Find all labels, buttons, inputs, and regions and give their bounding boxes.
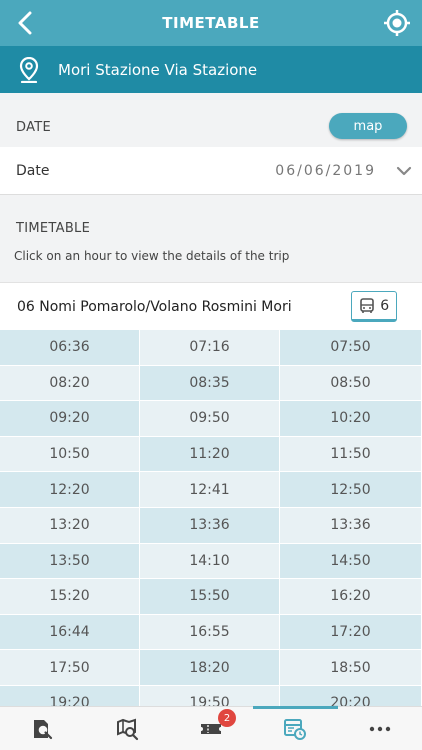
stop-bar: Mori Stazione Via Stazione [0, 46, 422, 93]
date-field[interactable]: Date 06/06/2019 [0, 147, 422, 195]
time-cell[interactable]: 09:20 [0, 401, 140, 437]
line-name: 06 Nomi Pomarolo/Volano Rosmini Mori [17, 298, 292, 315]
time-cell[interactable]: 17:20 [280, 614, 422, 651]
time-cell[interactable]: 13:20 [0, 507, 140, 544]
tab-tickets[interactable] [169, 707, 253, 750]
date-field-label: Date [16, 162, 50, 179]
time-cell[interactable]: 10:50 [0, 436, 140, 473]
tab-more[interactable] [338, 707, 422, 750]
bus-count: 6 [380, 297, 390, 314]
time-cell[interactable]: 07:16 [140, 330, 280, 366]
line-row[interactable]: 06 Nomi Pomarolo/Volano Rosmini Mori 6 [0, 282, 422, 330]
back-button[interactable] [8, 6, 42, 40]
timetable-grid: 06:36 07:16 07:50 08:20 08:35 08:50 09:20 09:50… [0, 330, 422, 706]
top-bar: TIMETABLE [0, 0, 422, 46]
location-pin-icon [19, 56, 39, 83]
date-field-value: 06/06/2019 [275, 162, 376, 179]
timetable-section-label: TIMETABLE [16, 221, 91, 236]
map-button[interactable]: map [329, 113, 407, 139]
time-cell[interactable]: 13:36 [280, 507, 422, 544]
stop-name: Mori Stazione Via Stazione [58, 60, 258, 79]
time-cell[interactable]: 19:20 [0, 685, 140, 706]
stop-pin [0, 56, 58, 83]
more-icon [369, 726, 391, 731]
map-search-icon [116, 718, 138, 740]
tab-timetable[interactable] [253, 706, 339, 750]
tickets-badge: 2 [218, 709, 236, 727]
time-cell[interactable]: 12:20 [0, 472, 140, 508]
bus-count-badge[interactable]: 6 [351, 291, 397, 322]
time-cell[interactable]: 16:44 [0, 614, 140, 651]
time-cell[interactable]: 15:50 [140, 579, 280, 615]
time-cell[interactable]: 08:20 [0, 365, 140, 402]
time-cell[interactable]: 16:55 [140, 614, 280, 651]
back-arrow-icon [18, 11, 32, 35]
chevron-down-icon[interactable] [394, 161, 414, 181]
time-cell[interactable]: 14:50 [280, 543, 422, 580]
time-cell[interactable]: 12:41 [140, 472, 280, 508]
tab-search-stops[interactable] [0, 707, 84, 750]
time-cell[interactable]: 09:50 [140, 401, 280, 437]
time-cell[interactable]: 13:36 [140, 507, 280, 544]
timetable-hint: Click on an hour to view the details of … [14, 249, 290, 263]
time-cell[interactable]: 12:50 [280, 472, 422, 508]
bottom-tab-bar: 2 [0, 706, 422, 750]
timetable-grid-inner: 06:36 07:16 07:50 08:20 08:35 08:50 09:20 09:50… [0, 330, 422, 706]
bus-icon [359, 297, 374, 313]
time-cell[interactable]: 11:50 [280, 436, 422, 473]
tab-map-search[interactable] [84, 707, 168, 750]
time-cell[interactable]: 06:36 [0, 330, 140, 366]
time-cell[interactable]: 14:10 [140, 543, 280, 580]
time-cell[interactable]: 20:20 [280, 685, 422, 706]
search-stop-icon [34, 719, 53, 739]
time-cell[interactable]: 18:50 [280, 650, 422, 686]
time-cell[interactable]: 13:50 [0, 543, 140, 580]
time-cell[interactable]: 07:50 [280, 330, 422, 366]
timetable-icon [284, 718, 307, 740]
time-cell[interactable]: 19:50 [140, 685, 280, 706]
time-cell[interactable]: 08:35 [140, 365, 280, 402]
date-section-label: DATE [16, 120, 52, 135]
time-cell[interactable]: 11:20 [140, 436, 280, 473]
time-cell[interactable]: 17:50 [0, 650, 140, 686]
page-title: TIMETABLE [162, 14, 260, 32]
locate-button[interactable] [380, 6, 414, 40]
crosshair-icon [384, 10, 410, 36]
time-cell[interactable]: 08:50 [280, 365, 422, 402]
time-cell[interactable]: 18:20 [140, 650, 280, 686]
time-cell[interactable]: 15:20 [0, 579, 140, 615]
time-cell[interactable]: 10:20 [280, 401, 422, 437]
time-cell[interactable]: 16:20 [280, 579, 422, 615]
